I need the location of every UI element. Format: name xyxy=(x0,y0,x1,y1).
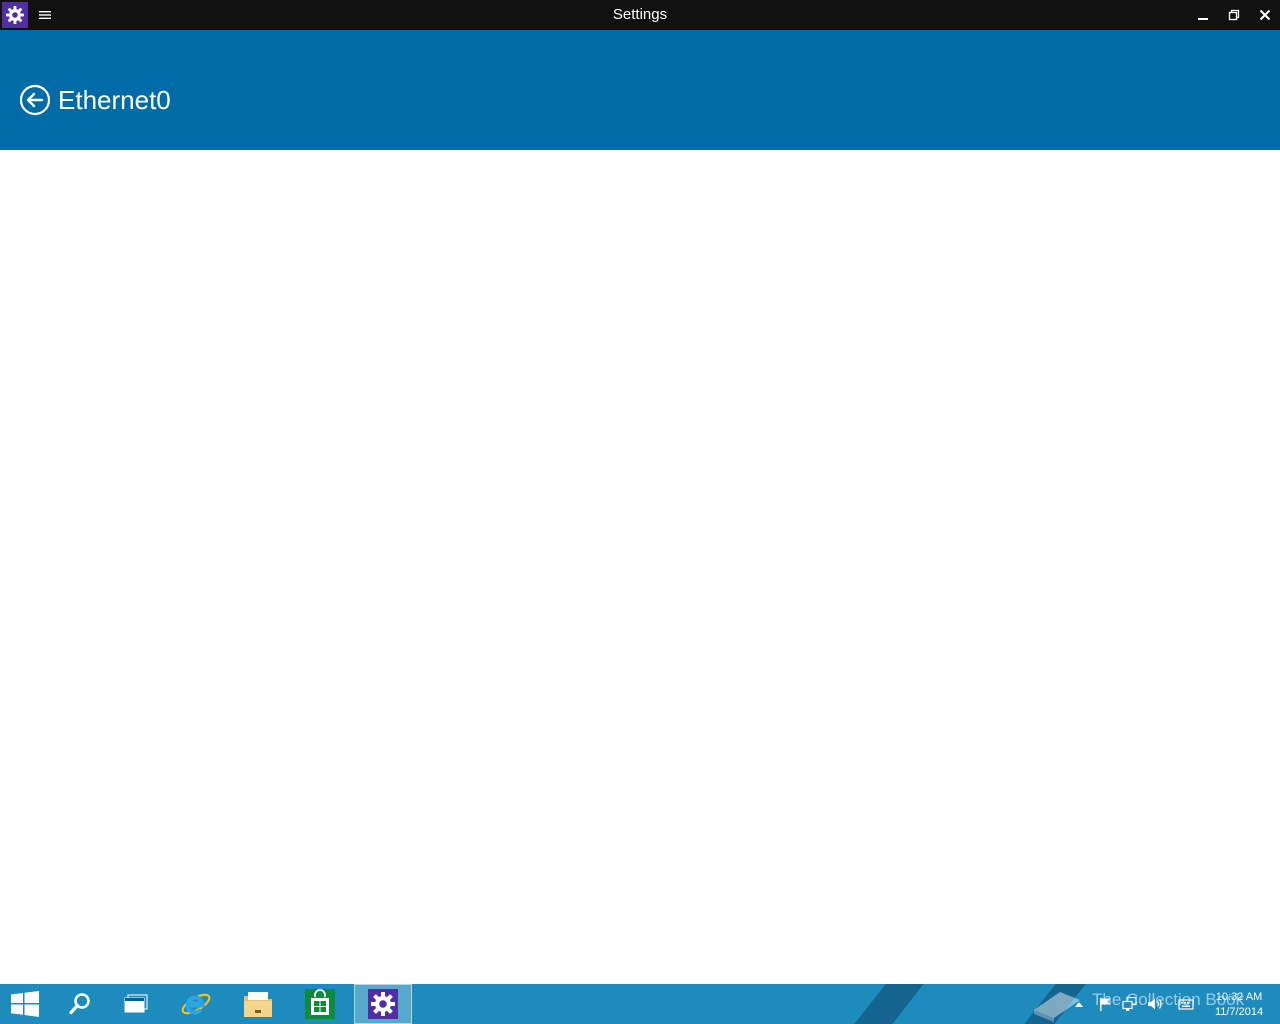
clock-time: 10:32 AM xyxy=(1215,991,1263,1003)
back-button[interactable] xyxy=(19,84,51,116)
network-icon xyxy=(1122,997,1137,1011)
keyboard-icon xyxy=(1178,999,1194,1010)
folder-icon xyxy=(244,992,272,1017)
taskbar-decoration xyxy=(854,984,924,1024)
search-button[interactable] xyxy=(52,984,108,1024)
chevron-up-icon xyxy=(1075,1002,1083,1007)
volume-icon xyxy=(1148,998,1162,1010)
show-hidden-icons-button[interactable] xyxy=(1072,996,1086,1012)
file-explorer-button[interactable] xyxy=(230,984,286,1024)
content-area xyxy=(0,150,1280,984)
back-arrow-icon xyxy=(19,84,51,116)
action-center-button[interactable] xyxy=(1096,996,1114,1012)
input-indicator-button[interactable] xyxy=(1176,996,1196,1012)
internet-explorer-button[interactable] xyxy=(168,984,224,1024)
close-icon xyxy=(1259,9,1271,21)
ie-icon xyxy=(181,993,211,1015)
task-view-icon xyxy=(124,994,148,1013)
window-title: Settings xyxy=(612,6,668,23)
restore-button[interactable] xyxy=(1218,0,1250,30)
close-button[interactable] xyxy=(1249,0,1280,30)
volume-button[interactable] xyxy=(1145,996,1165,1012)
search-icon xyxy=(69,993,90,1015)
page-header: Ethernet0 xyxy=(0,30,1280,150)
minimize-icon xyxy=(1198,18,1208,20)
task-view-button[interactable] xyxy=(108,984,164,1024)
gear-icon xyxy=(368,989,398,1019)
restore-icon xyxy=(1228,9,1240,21)
store-button[interactable] xyxy=(292,984,348,1024)
gear-icon xyxy=(6,6,24,24)
title-bar: Settings xyxy=(0,0,1280,30)
windows-logo-icon xyxy=(11,991,39,1017)
store-icon xyxy=(305,989,335,1019)
settings-app-icon[interactable] xyxy=(2,2,28,28)
page-title: Ethernet0 xyxy=(58,85,171,115)
taskbar: The Collection Book 10:32 AM 11/7/2014 xyxy=(0,984,1280,1024)
app-menu-button[interactable] xyxy=(36,7,54,23)
clock-date: 11/7/2014 xyxy=(1214,1006,1264,1018)
settings-taskbar-button[interactable] xyxy=(354,984,412,1024)
clock[interactable]: 10:32 AM 11/7/2014 xyxy=(1204,990,1274,1020)
network-button[interactable] xyxy=(1120,996,1140,1012)
start-button[interactable] xyxy=(0,984,50,1024)
hamburger-icon xyxy=(39,11,51,19)
minimize-button[interactable] xyxy=(1187,0,1219,30)
flag-icon xyxy=(1100,998,1110,1011)
